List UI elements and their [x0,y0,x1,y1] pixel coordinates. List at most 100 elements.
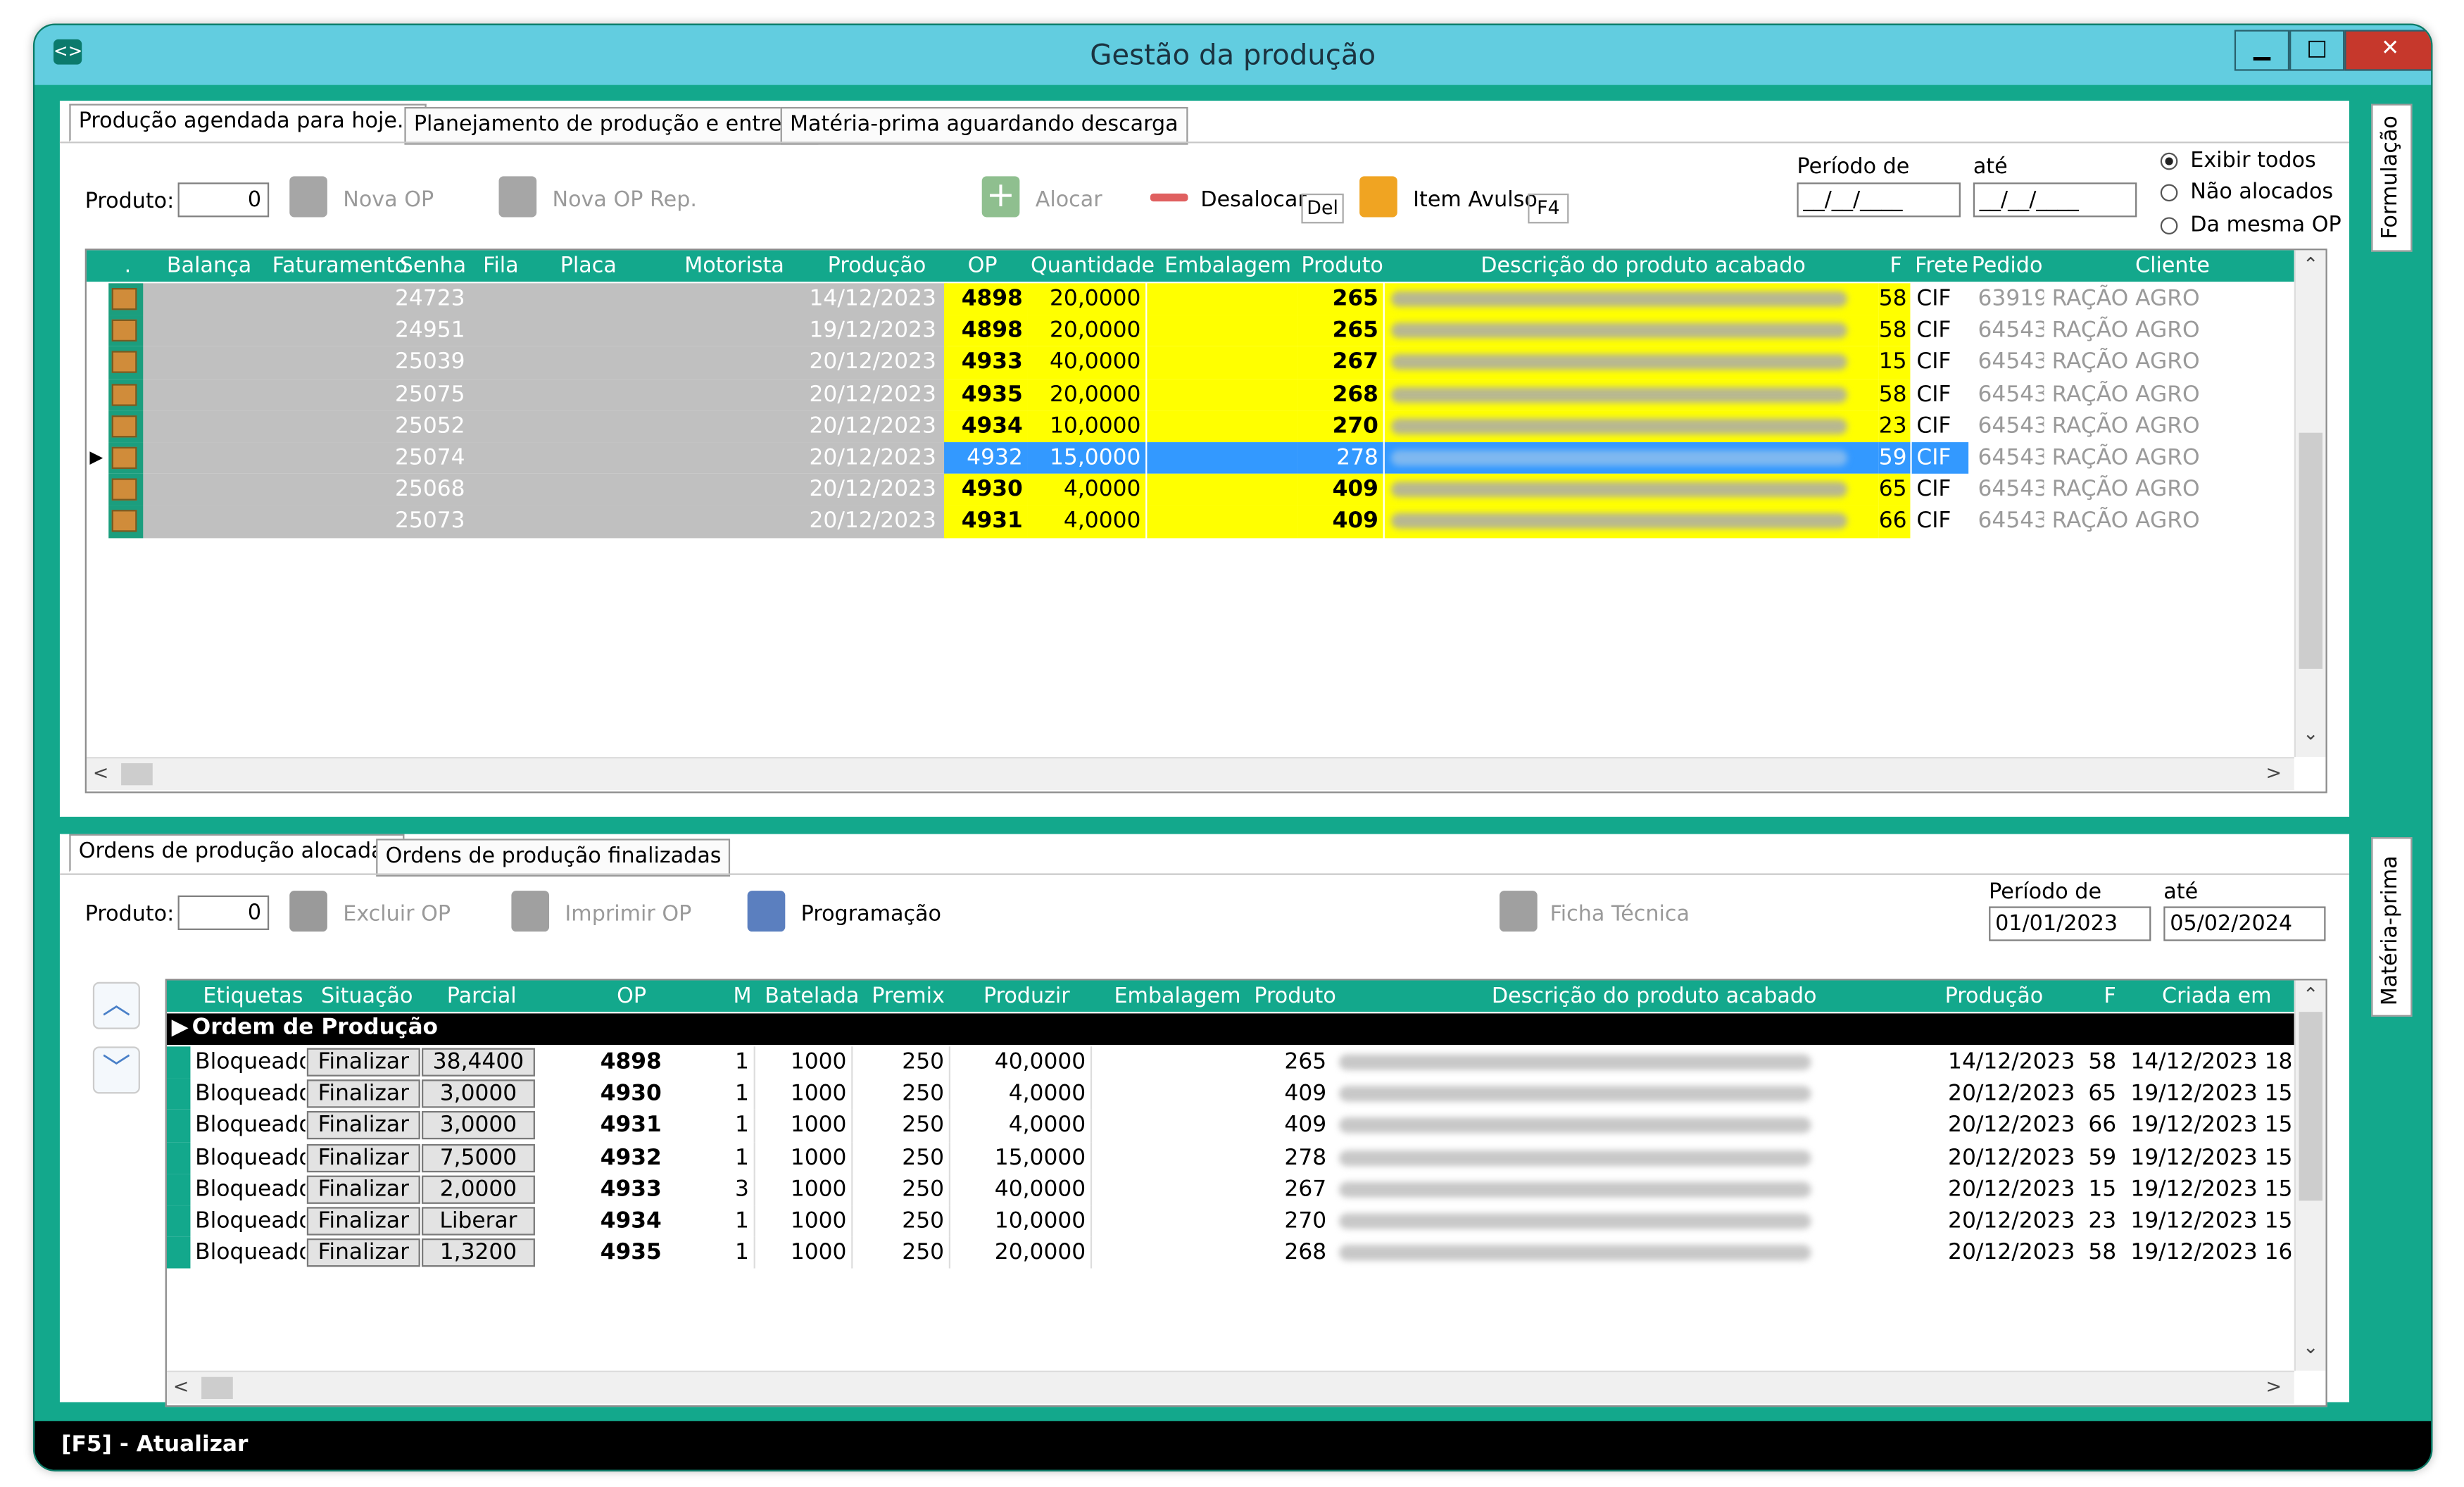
top-grid-vscroll[interactable]: ⌃ ⌄ [2294,250,2326,758]
finalizar-button[interactable]: Finalizar [306,1048,420,1077]
col-descricao[interactable]: Descrição do produto acabado [1481,253,1806,279]
finalizar-button[interactable]: Finalizar [306,1238,420,1267]
side-tab-formulacao[interactable]: Formulação [2371,103,2413,252]
finalizar-button[interactable]: Finalizar [306,1175,420,1204]
top-grid-row[interactable]: 25068 20/12/2023 4930 4,0000 409 65 CIF 64543 RA… [87,474,2294,506]
col-m[interactable]: M [734,984,752,1009]
scroll-down-icon[interactable]: ⌄ [2296,722,2325,744]
bottom-grid-hscroll[interactable]: < > [166,1370,2294,1404]
parcial-button[interactable]: 1,3200 [422,1238,535,1267]
top-grid-row[interactable]: 24723 14/12/2023 4898 20,0000 265 58 CIF 63919 R… [87,283,2294,315]
hscroll-thumb[interactable] [201,1376,233,1400]
periodo-de-input[interactable]: __/__/____ [1797,182,1961,218]
bottom-grid-row[interactable]: Bloqueado Finalizar 1,3200 4935 1 1000 250 20,0… [166,1237,2294,1269]
parcial-button[interactable]: 2,0000 [422,1175,535,1204]
top-grid-row[interactable]: 24951 19/12/2023 4898 20,0000 265 58 CIF 64543 R… [87,315,2294,347]
finalizar-button[interactable]: Finalizar [306,1207,420,1236]
col-balanca[interactable]: Balança [167,253,251,279]
finalizar-button[interactable]: Finalizar [306,1143,420,1172]
scroll-left-icon[interactable]: < [93,762,108,784]
scroll-right-icon[interactable]: > [2266,762,2282,784]
col-producao[interactable]: Produção [828,253,926,279]
top-grid-row[interactable]: 25052 20/12/2023 4934 10,0000 270 23 CIF 64543 R… [87,410,2294,443]
col-pedido[interactable]: Pedido [1972,253,2043,279]
group-row[interactable]: ▶ Ordem de Produção [166,1013,2294,1046]
periodo-ate-input[interactable]: 05/02/2024 [2163,906,2326,941]
m-cell: 1 [721,1046,755,1079]
move-up-button[interactable]: ︿ [92,981,140,1029]
scroll-up-icon[interactable]: ⌃ [2296,984,2325,1005]
finalizar-button[interactable]: Finalizar [306,1079,420,1108]
minimize-button[interactable]: ▁ [2234,30,2290,71]
bottom-grid-row[interactable]: Bloqueado Finalizar 2,0000 4933 3 1000 250 40,0… [166,1173,2294,1206]
col-op[interactable]: OP [617,984,646,1009]
hscroll-thumb[interactable] [121,763,153,786]
col-produto[interactable]: Produto [1301,253,1383,279]
produto-input[interactable]: 0 [177,895,270,930]
bottom-grid-row[interactable]: Bloqueado Finalizar Liberar 4934 1 1000 250 10,… [166,1205,2294,1238]
scroll-thumb[interactable] [2299,1012,2323,1201]
parcial-button[interactable]: 3,0000 [422,1079,535,1108]
finalizar-button[interactable]: Finalizar [306,1111,420,1141]
parcial-button[interactable]: 38,4400 [422,1048,535,1077]
scroll-down-icon[interactable]: ⌄ [2296,1336,2325,1358]
col-op[interactable]: OP [968,253,998,279]
col-placa[interactable]: Placa [560,253,617,279]
scroll-right-icon[interactable]: > [2266,1375,2282,1397]
tab-ordens-alocadas[interactable]: Ordens de produção alocadas [69,834,405,872]
col-criada-em[interactable]: Criada em [2162,984,2272,1009]
m-cell: 1 [721,1110,755,1142]
tab-producao-agendada[interactable]: Produção agendada para hoje... [69,103,427,142]
scroll-thumb[interactable] [2299,432,2323,669]
side-tab-materia-prima[interactable]: Matéria-prima [2371,837,2413,1017]
col-motorista[interactable]: Motorista [684,253,784,279]
col-faturamento[interactable]: Faturamento [272,253,408,279]
col-situacao[interactable]: Situação [321,984,413,1009]
top-grid-row[interactable]: 25073 20/12/2023 4931 4,0000 409 66 CIF 64543 RA… [87,506,2294,538]
bottom-grid-row[interactable]: Bloqueado Finalizar 7,5000 4932 1 1000 250 15,0… [166,1141,2294,1174]
col-embalagem[interactable]: Embalagem [1164,253,1291,279]
col-descricao[interactable]: Descrição do produto acabado [1492,984,1817,1009]
technical-sheet-icon [1500,891,1538,932]
produto-input[interactable]: 0 [177,182,270,218]
m-cell: 1 [721,1205,755,1238]
parcial-button[interactable]: 3,0000 [422,1111,535,1141]
scroll-up-icon[interactable]: ⌃ [2296,253,2325,275]
col-quantidade[interactable]: Quantidade [1031,253,1155,279]
top-grid-row[interactable]: 25039 20/12/2023 4933 40,0000 267 15 CIF 64543 R… [87,346,2294,379]
tab-ordens-finalizadas[interactable]: Ordens de produção finalizadas [376,839,731,877]
top-grid-row[interactable]: 25075 20/12/2023 4935 20,0000 268 58 CIF 64543 R… [87,378,2294,410]
producao-cell: 20/12/2023 [809,445,936,471]
bottom-grid-vscroll[interactable]: ⌃ ⌄ [2294,980,2326,1371]
col-cliente[interactable]: Cliente [2135,253,2210,279]
bottom-grid-row[interactable]: Bloqueado Finalizar 3,0000 4930 1 1000 250 4,00… [166,1078,2294,1110]
bottom-grid-row[interactable]: Bloqueado Finalizar 38,4400 4898 1 1000 250 40,… [166,1046,2294,1079]
tab-planejamento[interactable]: Planejamento de produção e entrega [404,106,818,145]
col-embalagem[interactable]: Embalagem [1114,984,1240,1009]
top-grid-row[interactable]: ▶ 25074 20/12/2023 4932 15,0000 278 59 CIF 64543… [87,442,2294,475]
col-f[interactable]: F [2104,984,2116,1009]
tab-materia-prima-descarga[interactable]: Matéria-prima aguardando descarga [780,106,1188,145]
col-produzir[interactable]: Produzir [983,984,1070,1009]
col-batelada[interactable]: Batelada [765,984,859,1009]
col-parcial[interactable]: Parcial [447,984,517,1009]
maximize-button[interactable]: □ [2289,30,2345,71]
col-producao[interactable]: Produção [1945,984,2044,1009]
col-premix[interactable]: Premix [872,984,945,1009]
periodo-ate-input[interactable]: __/__/____ [1973,182,2137,218]
top-grid-hscroll[interactable]: < > [86,757,2294,791]
col-f[interactable]: F [1890,253,1902,279]
top-production-grid: . Balança Faturamento Senha Fila Placa M… [84,249,2327,793]
bottom-grid-row[interactable]: Bloqueado Finalizar 3,0000 4931 1 1000 250 4,00… [166,1110,2294,1142]
scroll-left-icon[interactable]: < [173,1375,189,1397]
parcial-button[interactable]: 7,5000 [422,1143,535,1172]
col-frete[interactable]: Frete [1915,253,1968,279]
close-button[interactable]: ✕ [2344,30,2432,71]
col-etiquetas[interactable]: Etiquetas [203,984,303,1009]
col-produto[interactable]: Produto [1254,984,1335,1009]
periodo-de-input[interactable]: 01/01/2023 [1989,906,2151,941]
parcial-button[interactable]: Liberar [422,1207,535,1236]
col-senha[interactable]: Senha [400,253,466,279]
move-down-button[interactable]: ﹀ [92,1046,140,1094]
col-fila[interactable]: Fila [483,253,518,279]
